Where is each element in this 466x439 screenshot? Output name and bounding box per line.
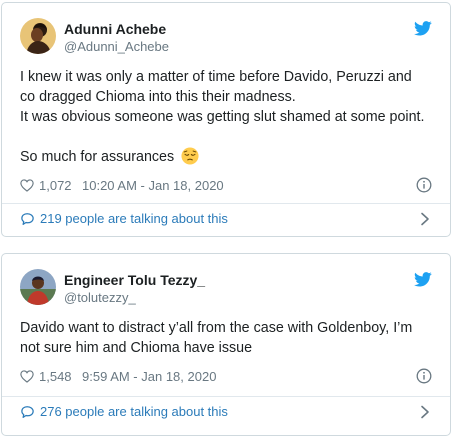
avatar[interactable] (20, 269, 56, 305)
chevron-right-icon[interactable] (420, 405, 430, 419)
divider (2, 396, 450, 397)
tweet-text-line: co dragged Chioma into this their madnes… (20, 89, 296, 105)
talking-about-label[interactable]: 219 people are talking about this (40, 211, 228, 226)
talking-about-link[interactable]: 219 people are talking about this (20, 210, 432, 230)
tweet-card[interactable]: Engineer Tolu Tezzy_ @tolutezzy_ Davido … (1, 253, 451, 436)
timestamp[interactable]: 10:20 AM - Jan 18, 2020 (82, 178, 224, 193)
tweet-meta: 1,548 9:59 AM - Jan 18, 2020 (20, 368, 432, 386)
tweet-text-line: It was obvious someone was getting slut … (20, 109, 425, 125)
author-name[interactable]: Adunni Achebe (64, 21, 166, 37)
divider (2, 203, 450, 204)
tweet-text-line: I knew it was only a matter of time befo… (20, 69, 412, 85)
author-name[interactable]: Engineer Tolu Tezzy_ (64, 272, 205, 288)
twitter-bird-icon[interactable] (414, 272, 432, 287)
tweet-text: Davido want to distract y’all from the c… (20, 318, 440, 358)
author-handle[interactable]: @tolutezzy_ (64, 290, 136, 305)
speech-bubble-icon (21, 213, 34, 225)
tweet-text-line (20, 127, 440, 147)
avatar[interactable] (20, 18, 56, 54)
tweet-meta: 1,072 10:20 AM - Jan 18, 2020 (20, 177, 432, 195)
timestamp[interactable]: 9:59 AM - Jan 18, 2020 (82, 369, 216, 384)
info-icon[interactable] (416, 177, 432, 193)
tweet-text: I knew it was only a matter of time befo… (20, 67, 440, 167)
heart-icon[interactable] (20, 179, 34, 192)
talking-about-link[interactable]: 276 people are talking about this (20, 403, 432, 423)
heart-icon[interactable] (20, 370, 34, 383)
tweet-text-line: Davido want to distract y’all from the c… (20, 320, 413, 336)
like-count[interactable]: 1,072 (39, 178, 72, 193)
info-icon[interactable] (416, 368, 432, 384)
tweet-header: Engineer Tolu Tezzy_ @tolutezzy_ (20, 269, 432, 309)
tweet-text-segment: So much for assurances (20, 149, 175, 165)
talking-about-label[interactable]: 276 people are talking about this (40, 404, 228, 419)
speech-bubble-icon (21, 406, 34, 418)
tweet-text-line: not sure him and Chioma have issue (20, 340, 253, 356)
twitter-bird-icon[interactable] (414, 21, 432, 36)
tweet-text-line: So much for assurances (20, 147, 440, 167)
pensive-face-icon (181, 147, 199, 165)
author-handle[interactable]: @Adunni_Achebe (64, 39, 169, 54)
chevron-right-icon[interactable] (420, 212, 430, 226)
tweet-header: Adunni Achebe @Adunni_Achebe (20, 18, 432, 58)
like-count[interactable]: 1,548 (39, 369, 72, 384)
tweet-card[interactable]: Adunni Achebe @Adunni_Achebe I knew it w… (1, 2, 451, 237)
